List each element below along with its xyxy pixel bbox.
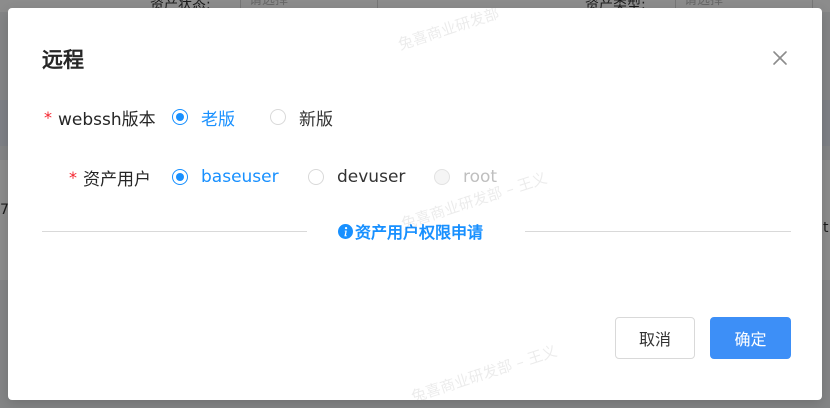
radio-circle-checked[interactable] xyxy=(172,169,188,185)
radio-label-baseuser: baseuser xyxy=(201,167,279,187)
webssh-version-label: webssh版本 xyxy=(58,109,156,130)
radio-circle[interactable] xyxy=(308,169,324,185)
watermark: 兔喜商业研发部 – 王义 xyxy=(409,341,560,400)
radio-webssh-old[interactable]: 老版 xyxy=(172,105,235,130)
form-item-asset-user: * 资产用户 xyxy=(69,165,151,190)
radio-root: root xyxy=(434,165,497,189)
watermark: 兔喜商业研发部 xyxy=(395,8,502,54)
remote-modal: 远程 * webssh版本 老版 新版 * 资产用户 baseuser devu… xyxy=(8,8,822,400)
radio-label-new: 新版 xyxy=(299,109,333,130)
confirm-button[interactable]: 确定 xyxy=(710,317,791,359)
radio-baseuser[interactable]: baseuser xyxy=(172,165,279,189)
radio-devuser[interactable]: devuser xyxy=(308,165,405,189)
required-mark: * xyxy=(44,107,52,127)
radio-webssh-new[interactable]: 新版 xyxy=(270,105,333,130)
radio-label-old: 老版 xyxy=(201,109,235,130)
close-icon[interactable] xyxy=(766,44,794,72)
form-item-webssh-version: * webssh版本 xyxy=(44,105,156,130)
required-mark: * xyxy=(69,167,77,187)
radio-circle-disabled xyxy=(434,169,450,185)
divider-right xyxy=(525,231,791,232)
asset-user-label: 资产用户 xyxy=(83,169,151,190)
radio-circle-checked[interactable] xyxy=(172,109,188,125)
radio-label-devuser: devuser xyxy=(337,167,406,187)
cancel-button[interactable]: 取消 xyxy=(615,317,695,359)
modal-title: 远程 xyxy=(42,48,84,72)
info-icon xyxy=(338,223,353,239)
apply-link-text: 资产用户权限申请 xyxy=(355,223,484,242)
divider-left xyxy=(42,231,307,232)
radio-label-root: root xyxy=(463,167,498,187)
radio-circle[interactable] xyxy=(270,109,286,125)
asset-user-permission-apply-link[interactable]: 资产用户权限申请 xyxy=(338,219,483,243)
